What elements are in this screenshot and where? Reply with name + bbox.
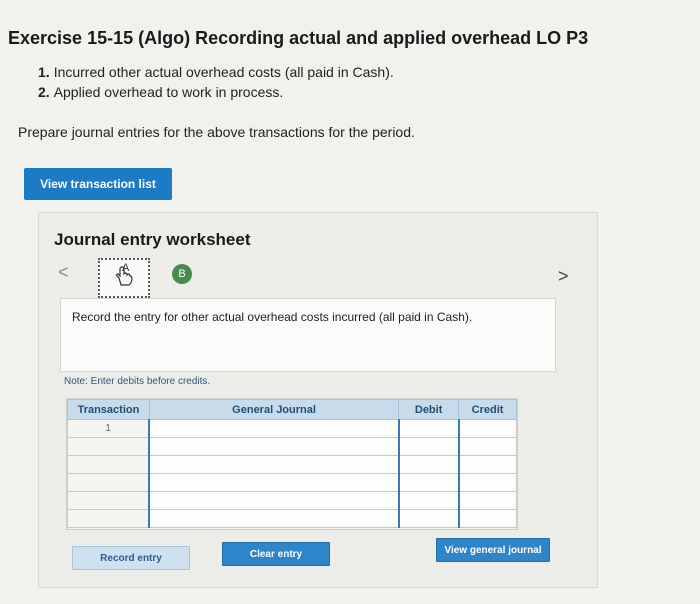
record-entry-button[interactable]: Record entry [72, 546, 190, 570]
page-title: Exercise 15-15 (Algo) Recording actual a… [8, 28, 589, 48]
transaction-cell [67, 455, 150, 474]
credit-column-header: Credit [458, 399, 517, 420]
credit-input[interactable] [457, 491, 517, 510]
view-transaction-list-button[interactable]: View transaction list [24, 168, 172, 200]
previous-arrow-icon[interactable]: < [58, 262, 69, 283]
transaction-column-header: Transaction [67, 399, 150, 420]
step-text: Incurred other actual overhead costs (al… [53, 64, 394, 80]
step-number: 2. [38, 84, 50, 100]
journal-table: Transaction General Journal Debit Credit… [66, 398, 518, 530]
credit-input[interactable] [457, 455, 517, 474]
step-item: 1. Incurred other actual overhead costs (… [38, 62, 394, 82]
table-row [67, 509, 517, 528]
table-row [67, 473, 517, 492]
table-row [67, 491, 517, 510]
credit-input[interactable] [457, 437, 517, 456]
next-arrow-icon[interactable]: > [558, 266, 569, 287]
note-text: Note: Enter debits before credits. [64, 376, 211, 387]
table-row: 1 [67, 419, 517, 438]
account-select[interactable] [148, 455, 400, 474]
worksheet-title: Journal entry worksheet [54, 230, 251, 249]
transaction-cell [67, 437, 150, 456]
account-select[interactable] [148, 473, 400, 492]
view-general-journal-button[interactable]: View general journal [436, 538, 550, 562]
step-number: 1. [38, 64, 50, 80]
debit-input[interactable] [397, 473, 460, 492]
debit-input[interactable] [397, 455, 460, 474]
transaction-cell [67, 491, 150, 510]
credit-input[interactable] [457, 419, 517, 438]
step-item: 2. Applied overhead to work in process. [38, 82, 394, 102]
account-select[interactable] [148, 491, 400, 510]
clear-entry-button[interactable]: Clear entry [222, 542, 330, 566]
table-row [67, 437, 517, 456]
general-journal-column-header: General Journal [148, 399, 400, 420]
tile-a-label: A [122, 262, 130, 274]
debit-input[interactable] [397, 437, 460, 456]
journal-header-row: Transaction General Journal Debit Credit [67, 399, 517, 420]
worksheet-tile-b[interactable]: B [172, 264, 192, 284]
account-select[interactable] [148, 509, 400, 528]
account-select[interactable] [148, 437, 400, 456]
debit-input[interactable] [397, 419, 460, 438]
debit-input[interactable] [397, 509, 460, 528]
transaction-cell [67, 473, 150, 492]
worksheet-tile-a[interactable]: A [98, 258, 150, 298]
account-select[interactable] [148, 419, 400, 438]
transaction-cell: 1 [67, 419, 150, 438]
step-list: 1. Incurred other actual overhead costs (… [38, 62, 394, 102]
step-text: Applied overhead to work in process. [53, 84, 284, 100]
debit-input[interactable] [397, 491, 460, 510]
transaction-cell [67, 509, 150, 528]
table-row [67, 455, 517, 474]
credit-input[interactable] [457, 509, 517, 528]
debit-column-header: Debit [398, 399, 460, 420]
instruction-text: Record the entry for other actual overhe… [72, 310, 473, 324]
exercise-page: Exercise 15-15 (Algo) Recording actual a… [0, 0, 700, 604]
credit-input[interactable] [457, 473, 517, 492]
instructions-prompt: Prepare journal entries for the above tr… [18, 124, 415, 140]
